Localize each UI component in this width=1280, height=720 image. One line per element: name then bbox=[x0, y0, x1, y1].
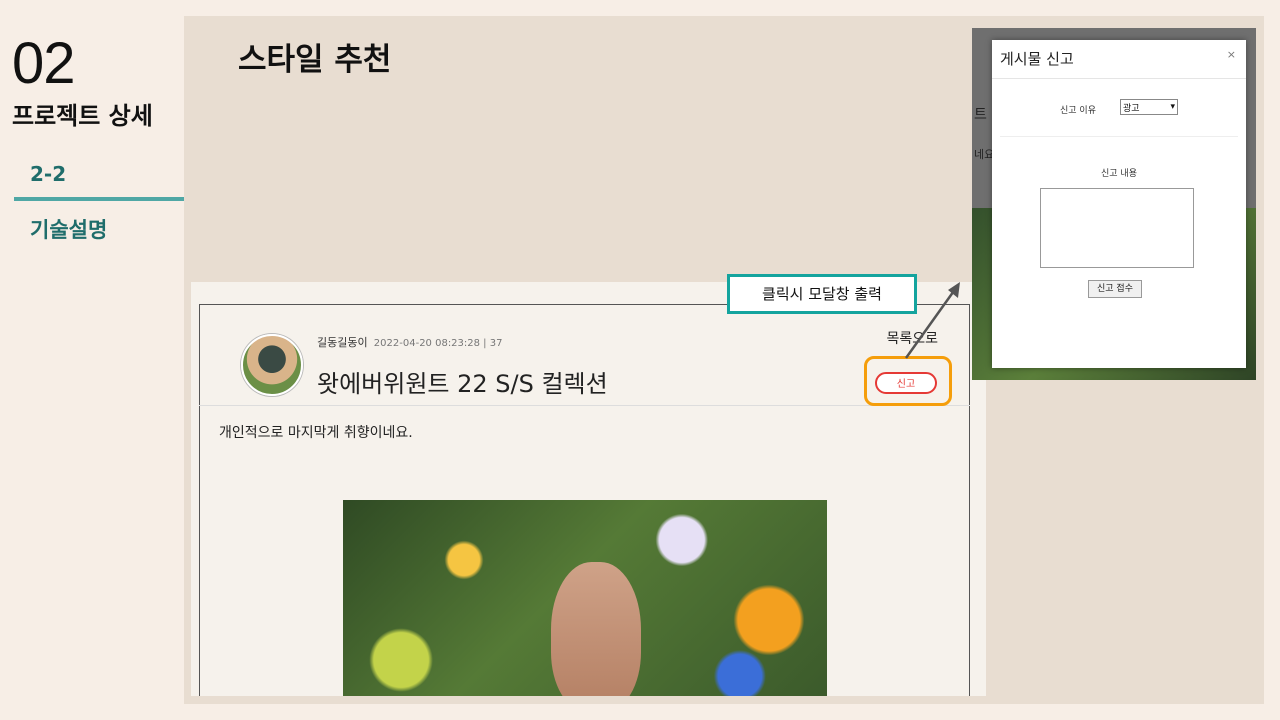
report-content-textarea[interactable] bbox=[1040, 188, 1194, 268]
modal-title: 게시물 신고 bbox=[1000, 50, 1074, 68]
modal-divider bbox=[992, 78, 1246, 79]
avatar bbox=[241, 334, 303, 396]
post-divider bbox=[199, 405, 970, 406]
post-title: 왓에버위원트 22 S/S 컬렉션 bbox=[317, 370, 608, 398]
post-meta: 길동길동이 2022-04-20 08:23:28 | 37 bbox=[317, 334, 502, 350]
page-heading: 스타일 추천 bbox=[238, 42, 392, 78]
model-figure bbox=[551, 562, 641, 696]
annotation-callout: 클릭시 모달창 출력 bbox=[727, 274, 917, 314]
modal-bg-title: 트 bbox=[974, 107, 987, 123]
subsection-title: 기술설명 bbox=[30, 218, 108, 242]
content-label: 신고 내용 bbox=[1101, 169, 1137, 179]
modal-divider-2 bbox=[1000, 136, 1238, 137]
submit-report-button[interactable]: 신고 접수 bbox=[1088, 280, 1142, 298]
close-icon[interactable]: × bbox=[1227, 48, 1236, 61]
subsection-number: 2-2 bbox=[30, 162, 67, 186]
chevron-down-icon: ▾ bbox=[1170, 102, 1175, 112]
reason-select[interactable]: 광고 ▾ bbox=[1120, 99, 1178, 115]
modal-screenshot: 트 네요. 게시물 신고 × 신고 이유 광고 ▾ 신고 내용 신고 접수 bbox=[972, 28, 1256, 380]
report-modal: 게시물 신고 × 신고 이유 광고 ▾ 신고 내용 신고 접수 bbox=[992, 40, 1246, 368]
section-title: 프로젝트 상세 bbox=[12, 102, 153, 130]
reason-value: 광고 bbox=[1123, 103, 1140, 114]
post-body: 개인적으로 마지막게 취향이네요. bbox=[219, 425, 413, 441]
post-image bbox=[343, 500, 827, 696]
annotation-arrow-icon bbox=[904, 282, 960, 359]
post-screenshot: 길동길동이 2022-04-20 08:23:28 | 37 왓에버위원트 22… bbox=[191, 282, 986, 696]
section-number: 02 bbox=[12, 31, 76, 96]
post-date: 2022-04-20 08:23:28 | 37 bbox=[373, 338, 503, 349]
reason-label: 신고 이유 bbox=[1060, 106, 1096, 116]
section-divider bbox=[14, 197, 184, 201]
post-author: 길동길동이 bbox=[317, 336, 368, 349]
